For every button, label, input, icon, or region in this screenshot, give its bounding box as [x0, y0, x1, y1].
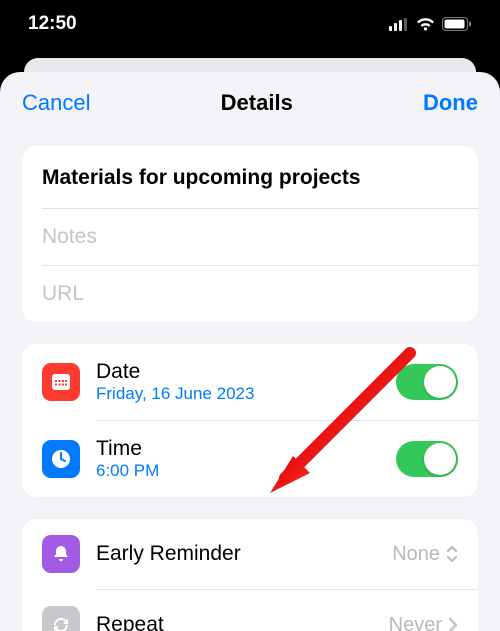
date-label: Date — [96, 360, 380, 384]
bell-icon — [42, 535, 80, 573]
title-card: Materials for upcoming projects Notes UR… — [22, 146, 478, 322]
calendar-icon — [42, 363, 80, 401]
done-button[interactable]: Done — [423, 90, 478, 116]
repeat-icon — [42, 606, 80, 631]
title-field[interactable]: Materials for upcoming projects — [22, 146, 478, 208]
reminder-card: Early Reminder None Repeat Never — [22, 519, 478, 631]
repeat-value: Never — [389, 614, 458, 631]
date-row[interactable]: Date Friday, 16 June 2023 — [22, 344, 478, 420]
early-reminder-row[interactable]: Early Reminder None — [22, 519, 478, 589]
url-field[interactable]: URL — [22, 266, 478, 322]
time-row[interactable]: Time 6:00 PM — [22, 421, 478, 497]
status-bar: 12:50 — [0, 0, 500, 48]
early-reminder-value: None — [392, 543, 458, 566]
page-title: Details — [221, 90, 293, 116]
date-toggle[interactable] — [396, 364, 458, 400]
chevron-right-icon — [448, 617, 458, 631]
cancel-button[interactable]: Cancel — [22, 90, 90, 116]
time-value: 6:00 PM — [96, 461, 380, 481]
time-label: Time — [96, 437, 380, 461]
early-reminder-label: Early Reminder — [96, 542, 376, 566]
clock-icon — [42, 440, 80, 478]
datetime-card: Date Friday, 16 June 2023 Time 6:00 PM — [22, 344, 478, 497]
background-sheet — [24, 58, 476, 72]
details-modal: Cancel Details Done Materials for upcomi… — [0, 72, 500, 631]
cellular-icon — [389, 18, 409, 31]
status-time: 12:50 — [28, 13, 77, 35]
battery-icon — [442, 17, 472, 31]
date-value: Friday, 16 June 2023 — [96, 384, 380, 404]
wifi-icon — [416, 17, 435, 31]
repeat-row[interactable]: Repeat Never — [22, 590, 478, 631]
nav-bar: Cancel Details Done — [0, 72, 500, 136]
notes-field[interactable]: Notes — [22, 209, 478, 265]
time-toggle[interactable] — [396, 441, 458, 477]
updown-icon — [446, 545, 458, 563]
repeat-label: Repeat — [96, 613, 373, 631]
status-icons — [389, 17, 472, 31]
